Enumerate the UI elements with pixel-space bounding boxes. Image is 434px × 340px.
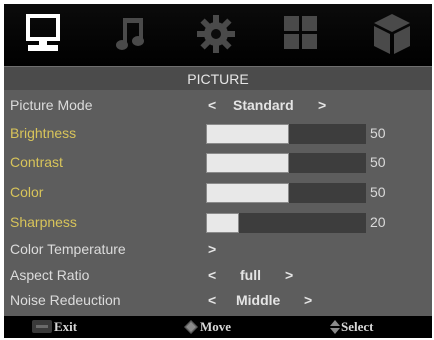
picture-mode-row[interactable]: Picture Mode < Standard >: [4, 93, 432, 119]
tab-setup[interactable]: [180, 4, 250, 66]
color-temperature-enter-arrow[interactable]: >: [208, 241, 216, 257]
noise-reduction-prev-arrow[interactable]: <: [208, 292, 216, 308]
color-slider-fill: [206, 183, 289, 203]
brightness-slider-fill: [206, 124, 289, 144]
aspect-ratio-label: Aspect Ratio: [10, 267, 90, 283]
menu-title-bar: PICTURE: [4, 66, 432, 90]
cube-icon: [374, 14, 410, 54]
osd-menu: PICTURE Picture Mode < Standard > Bright…: [4, 4, 432, 338]
aspect-ratio-value: full: [240, 267, 261, 283]
noise-reduction-value: Middle: [236, 292, 281, 308]
sharpness-row[interactable]: Sharpness 20: [4, 210, 432, 236]
picture-mode-value: Standard: [233, 97, 294, 113]
noise-reduction-label: Noise Redeuction: [10, 292, 121, 308]
color-label: Color: [10, 184, 44, 200]
brightness-label: Brightness: [10, 125, 77, 141]
sharpness-label: Sharpness: [10, 214, 77, 230]
aspect-ratio-next-arrow[interactable]: >: [285, 267, 293, 283]
contrast-slider-fill: [206, 153, 289, 173]
brightness-value: 50: [370, 125, 386, 141]
sharpness-slider-fill: [206, 213, 239, 233]
tab-channel[interactable]: [354, 4, 424, 66]
music-note-icon: [116, 18, 144, 50]
move-hint: Move: [200, 319, 232, 334]
exit-hint: Exit: [54, 319, 78, 334]
brightness-slider[interactable]: [206, 124, 366, 144]
aspect-ratio-row[interactable]: Aspect Ratio < full >: [4, 263, 432, 289]
select-updown-icon: [330, 320, 340, 334]
color-row[interactable]: Color 50: [4, 180, 432, 206]
contrast-slider[interactable]: [206, 153, 366, 173]
picture-mode-label: Picture Mode: [10, 97, 93, 113]
tab-picture[interactable]: [8, 4, 78, 66]
color-temperature-label: Color Temperature: [10, 241, 126, 257]
contrast-value: 50: [370, 154, 386, 170]
move-arrows-icon: [184, 320, 198, 334]
menu-title: PICTURE: [187, 71, 249, 87]
tab-sound[interactable]: [96, 4, 166, 66]
gear-icon: [197, 15, 235, 53]
color-temperature-row[interactable]: Color Temperature >: [4, 237, 432, 263]
contrast-label: Contrast: [10, 154, 63, 170]
footer-hint-bar: Exit Move Select: [4, 316, 432, 338]
picture-mode-prev-arrow[interactable]: <: [208, 97, 216, 113]
select-hint: Select: [341, 319, 374, 334]
noise-reduction-next-arrow[interactable]: >: [304, 292, 312, 308]
sharpness-value: 20: [370, 214, 386, 230]
brightness-row[interactable]: Brightness 50: [4, 121, 432, 147]
tab-features[interactable]: [266, 4, 336, 66]
menu-key-icon: [32, 320, 52, 333]
sharpness-slider[interactable]: [206, 213, 366, 233]
contrast-row[interactable]: Contrast 50: [4, 150, 432, 176]
monitor-icon: [26, 14, 60, 51]
grid-icon: [284, 16, 317, 49]
color-value: 50: [370, 184, 386, 200]
picture-mode-next-arrow[interactable]: >: [318, 97, 326, 113]
category-tab-bar: [4, 4, 432, 66]
aspect-ratio-prev-arrow[interactable]: <: [208, 267, 216, 283]
color-slider[interactable]: [206, 183, 366, 203]
noise-reduction-row[interactable]: Noise Redeuction < Middle >: [4, 288, 432, 314]
